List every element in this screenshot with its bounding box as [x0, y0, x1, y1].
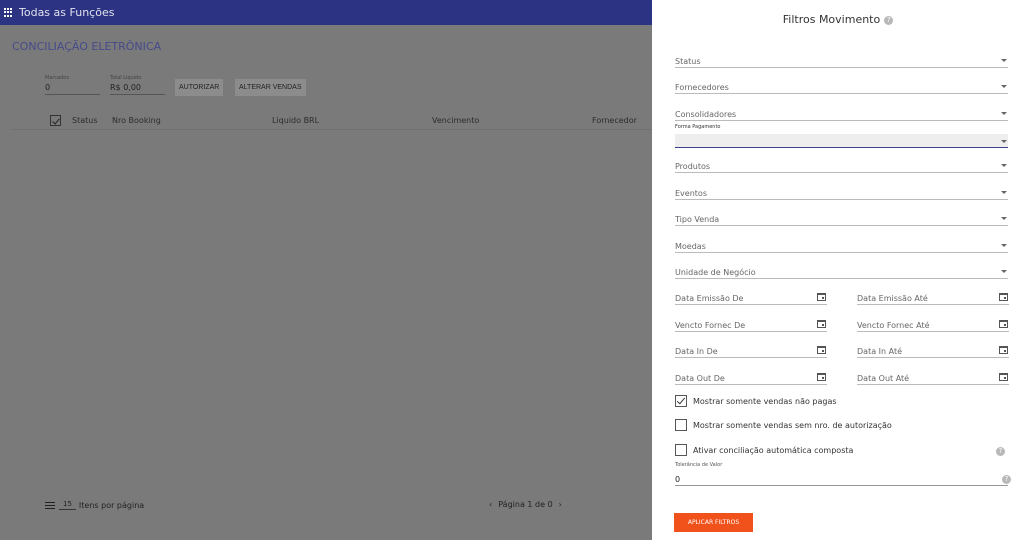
fornecedores-select[interactable]: Fornecedores: [675, 81, 1008, 94]
data-emissao-ate-field[interactable]: Data Emissão Até: [857, 292, 1009, 305]
dropdown-arrow-icon: [1001, 59, 1007, 62]
conciliacao-automatica-checkbox[interactable]: [675, 444, 687, 456]
dropdown-arrow-icon: [1001, 244, 1007, 247]
calendar-icon[interactable]: [999, 373, 1008, 381]
page-title: CONCILIAÇÃO ELETRÔNICA: [12, 40, 162, 53]
total-liquido-field: Total Liquido R$ 0,00: [110, 75, 165, 95]
alterar-vendas-button[interactable]: ALTERAR VENDAS: [235, 79, 306, 96]
eventos-select-label: Eventos: [675, 189, 707, 198]
tipo-venda-select-label: Tipo Venda: [675, 215, 720, 224]
dropdown-arrow-icon: [1001, 112, 1007, 115]
vendas-nao-pagas-option[interactable]: Mostrar somente vendas não pagas: [675, 395, 837, 407]
tolerancia-valor-label: Tolerância de Valor: [675, 462, 723, 468]
col-fornecedor[interactable]: Fornecedor: [592, 116, 637, 125]
chevron-right-icon[interactable]: ›: [559, 500, 562, 509]
data-in-ate-label: Data In Até: [857, 347, 903, 356]
data-out-de-field[interactable]: Data Out De: [675, 372, 827, 385]
consolidadores-select-label: Consolidadores: [675, 110, 737, 119]
pagination-text: Página 1 de 0: [498, 500, 553, 509]
calendar-icon[interactable]: [817, 373, 826, 381]
produtos-select-label: Produtos: [675, 162, 711, 171]
fornecedores-select-label: Fornecedores: [675, 83, 729, 92]
dropdown-arrow-icon: [1001, 140, 1007, 143]
pagination: ‹ Página 1 de 0 ›: [489, 500, 562, 509]
select-all-checkbox[interactable]: [50, 115, 61, 126]
conciliacao-automatica-label: Ativar conciliação automática composta: [693, 445, 854, 455]
sem-autorizacao-checkbox[interactable]: [675, 419, 687, 431]
calendar-icon[interactable]: [999, 293, 1008, 301]
data-in-de-field[interactable]: Data In De: [675, 345, 827, 358]
help-icon[interactable]: ?: [996, 447, 1005, 456]
col-liquido-brl[interactable]: Liquido BRL: [272, 116, 319, 125]
data-out-ate-field[interactable]: Data Out Até: [857, 372, 1009, 385]
dropdown-arrow-icon: [1001, 217, 1007, 220]
vencto-fornec-de-label: Vencto Fornec De: [675, 321, 746, 330]
col-status[interactable]: Status: [72, 116, 98, 125]
app-title[interactable]: Todas as Funções: [19, 6, 114, 19]
vencto-fornec-de-field[interactable]: Vencto Fornec De: [675, 319, 827, 332]
total-liquido-value: R$ 0,00: [110, 81, 165, 95]
forma-pagamento-label: Forma Pagamento: [675, 124, 721, 130]
table-header: Status Nro Booking Liquido BRL Venciment…: [10, 112, 652, 130]
tolerancia-valor-value[interactable]: 0: [675, 475, 680, 484]
drawer-title-row: Filtros Movimento?: [652, 13, 1024, 26]
vencto-fornec-ate-label: Vencto Fornec Até: [857, 321, 930, 330]
marcados-field: Marcados 0: [45, 75, 100, 95]
dropdown-arrow-icon: [1001, 85, 1007, 88]
marcados-value: 0: [45, 81, 100, 95]
moedas-select-label: Moedas: [675, 242, 706, 251]
background-overlay[interactable]: [0, 25, 652, 540]
calendar-icon[interactable]: [999, 346, 1008, 354]
consolidadores-select[interactable]: Consolidadores: [675, 108, 1008, 121]
dropdown-arrow-icon: [1001, 191, 1007, 194]
status-select-label: Status: [675, 57, 701, 66]
filter-drawer: Filtros Movimento? Status Fornecedores C…: [652, 0, 1024, 540]
vendas-nao-pagas-checkbox[interactable]: [675, 395, 687, 407]
chevron-left-icon[interactable]: ‹: [489, 500, 492, 509]
per-page-control: 15 Itens por página: [45, 500, 144, 510]
dropdown-arrow-icon: [1001, 270, 1007, 273]
forma-pagamento-box[interactable]: [675, 134, 1008, 148]
data-out-ate-label: Data Out Até: [857, 374, 910, 383]
tolerancia-valor-field[interactable]: Tolerância de Valor 0: [675, 462, 1008, 486]
calendar-icon[interactable]: [817, 320, 826, 328]
tipo-venda-select[interactable]: Tipo Venda: [675, 213, 1008, 226]
col-vencimento[interactable]: Vencimento: [432, 116, 479, 125]
calendar-icon[interactable]: [999, 320, 1008, 328]
data-emissao-de-field[interactable]: Data Emissão De: [675, 292, 827, 305]
data-emissao-ate-label: Data Emissão Até: [857, 294, 928, 303]
dropdown-arrow-icon: [1001, 164, 1007, 167]
data-in-ate-field[interactable]: Data In Até: [857, 345, 1009, 358]
apps-grid-icon[interactable]: [4, 8, 13, 17]
calendar-icon[interactable]: [817, 293, 826, 301]
data-out-de-label: Data Out De: [675, 374, 725, 383]
per-page-label: Itens por página: [78, 500, 145, 510]
moedas-select[interactable]: Moedas: [675, 240, 1008, 253]
menu-icon: [45, 501, 55, 509]
sem-autorizacao-label: Mostrar somente vendas sem nro. de autor…: [693, 420, 892, 430]
conciliacao-automatica-option[interactable]: Ativar conciliação automática composta: [675, 444, 853, 456]
vencto-fornec-ate-field[interactable]: Vencto Fornec Até: [857, 319, 1009, 332]
produtos-select[interactable]: Produtos: [675, 160, 1008, 173]
col-nro-booking[interactable]: Nro Booking: [112, 116, 161, 125]
data-emissao-de-label: Data Emissão De: [675, 294, 744, 303]
help-icon[interactable]: ?: [1002, 475, 1011, 484]
unidade-negocio-select[interactable]: Unidade de Negócio: [675, 266, 1008, 279]
calendar-icon[interactable]: [817, 346, 826, 354]
apply-filters-button[interactable]: APLICAR FILTROS: [674, 513, 753, 532]
status-select[interactable]: Status: [675, 55, 1008, 68]
vendas-nao-pagas-label: Mostrar somente vendas não pagas: [693, 396, 837, 406]
help-icon[interactable]: ?: [884, 15, 894, 25]
data-in-de-label: Data In De: [675, 347, 718, 356]
drawer-title: Filtros Movimento: [782, 13, 881, 26]
sem-autorizacao-option[interactable]: Mostrar somente vendas sem nro. de autor…: [675, 419, 892, 431]
unidade-negocio-select-label: Unidade de Negócio: [675, 268, 756, 277]
per-page-select[interactable]: 15: [59, 500, 76, 510]
eventos-select[interactable]: Eventos: [675, 187, 1008, 200]
forma-pagamento-select[interactable]: Forma Pagamento: [675, 124, 1008, 148]
autorizar-button[interactable]: AUTORIZAR: [175, 79, 224, 96]
